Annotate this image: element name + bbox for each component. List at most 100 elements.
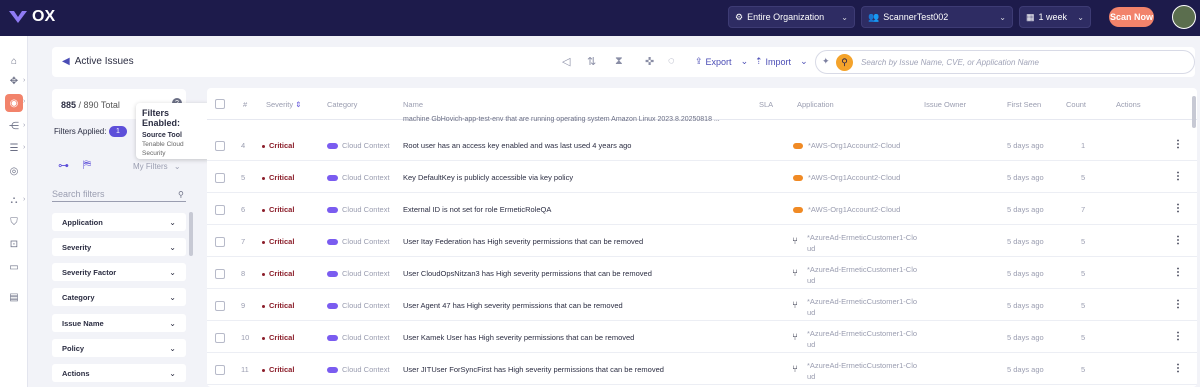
application-cell[interactable]: *AzureAd-ErmeticCustomer1-Clo ud — [807, 264, 917, 286]
table-row[interactable]: 11 Critical Cloud Context User JITUser ForS… — [207, 354, 1197, 385]
issue-name[interactable]: User CloudOpsNitzan3 has High severity p… — [403, 269, 652, 278]
comment-icon[interactable]: ◌ — [668, 55, 675, 67]
more-actions-icon[interactable]: ⋮ — [1173, 363, 1183, 374]
issue-search-box[interactable]: ✦ ⚲ Search by Issue Name, CVE, or Applic… — [815, 50, 1195, 74]
facet-application[interactable]: Application ⌄ — [52, 213, 186, 231]
table-scrollbar[interactable] — [1192, 96, 1196, 128]
target-icon[interactable]: ◎ — [6, 163, 22, 179]
connectors-icon[interactable]: ✥ — [6, 73, 22, 89]
table-row[interactable]: 4 Critical Cloud Context Root user has an a… — [207, 130, 1197, 161]
user-avatar[interactable] — [1172, 5, 1196, 29]
filters-applied-count[interactable]: 1 — [109, 126, 127, 137]
more-actions-icon[interactable]: ⋮ — [1173, 171, 1183, 182]
my-filters-dropdown[interactable]: My Filters ⌄ — [133, 162, 181, 171]
more-actions-icon[interactable]: ⋮ — [1173, 235, 1183, 246]
issue-name[interactable]: External ID is not set for role ErmeticR… — [403, 205, 551, 214]
facet-policy[interactable]: Policy ⌄ — [52, 339, 186, 357]
announce-icon[interactable]: ◁ — [562, 55, 570, 68]
shield-icon[interactable]: ⛉ — [6, 214, 22, 230]
sparkle-icon[interactable]: ✦ — [822, 56, 830, 67]
more-actions-icon[interactable]: ⋮ — [1173, 203, 1183, 214]
application-cell[interactable]: *AWS-Org1Account2-Cloud — [793, 173, 900, 182]
column-severity[interactable]: Severity ⇕ — [266, 100, 301, 109]
application-cell[interactable]: *AzureAd-ErmeticCustomer1-Clo ud — [807, 328, 917, 350]
organization-icon: ⚙ — [735, 11, 744, 22]
application-cell[interactable]: *AWS-Org1Account2-Cloud — [793, 205, 900, 214]
application-cell[interactable]: *AWS-Org1Account2-Cloud — [793, 141, 900, 150]
column-first-seen[interactable]: First Seen — [1007, 100, 1041, 109]
table-row[interactable]: 9 Critical Cloud Context User Agent 47 has … — [207, 290, 1197, 321]
category-cell: Cloud Context — [327, 141, 390, 150]
select-all-checkbox[interactable] — [215, 99, 225, 109]
facet-category[interactable]: Category ⌄ — [52, 288, 186, 306]
application-cell[interactable]: *AzureAd-ErmeticCustomer1-Clo ud — [807, 360, 917, 382]
jira-icon[interactable]: ✜ — [645, 55, 654, 68]
time-range-selector[interactable]: ▦ 1 week ⌄ — [1019, 6, 1091, 28]
import-button[interactable]: ⇡ Import ⌄ — [755, 56, 808, 67]
column-category[interactable]: Category — [327, 100, 357, 109]
sort-icon[interactable]: ⇕ — [295, 100, 301, 109]
facet-actions[interactable]: Actions ⌄ — [52, 364, 186, 382]
facet-issue-name[interactable]: Issue Name ⌄ — [52, 314, 186, 332]
sync-icon[interactable]: ⇅ — [587, 55, 596, 68]
more-actions-icon[interactable]: ⋮ — [1173, 267, 1183, 278]
application-cell[interactable]: *AzureAd-ErmeticCustomer1-Clo ud — [807, 296, 917, 318]
issue-name[interactable]: Root user has an access key enabled and … — [403, 141, 631, 150]
workflow-icon[interactable]: ⛬ — [6, 192, 22, 208]
issue-name[interactable]: User JITUser ForSyncFirst has High sever… — [403, 365, 664, 374]
issue-name[interactable]: User Kamek User has High severity permis… — [403, 333, 634, 342]
table-row[interactable]: 7 Critical Cloud Context User Itay Federati… — [207, 226, 1197, 257]
column-name[interactable]: Name — [403, 100, 423, 109]
organization-selector[interactable]: ⚙ Entire Organization ⌄ — [728, 6, 855, 28]
more-actions-icon[interactable]: ⋮ — [1173, 331, 1183, 342]
lock-icon[interactable]: ⊡ — [6, 236, 22, 252]
application-cell[interactable]: *AzureAd-ErmeticCustomer1-Clo ud — [807, 232, 917, 254]
hourglass-icon[interactable]: ⧗ — [615, 55, 623, 68]
row-checkbox[interactable] — [215, 333, 225, 343]
filter-panel-scrollbar[interactable] — [189, 212, 193, 256]
search-icon[interactable]: ⚲ — [836, 54, 853, 71]
issue-name[interactable]: Key DefaultKey is publicly accessible vi… — [403, 173, 573, 182]
category-cell: Cloud Context — [327, 173, 390, 182]
bookmark-icon[interactable]: ⛿ — [83, 159, 91, 172]
pipeline-icon[interactable]: ⋲ — [6, 118, 22, 134]
user-selector[interactable]: 👥 ScannerTest002 ⌄ — [861, 6, 1013, 28]
search-input[interactable]: Search by Issue Name, CVE, or Applicatio… — [861, 58, 1039, 67]
inbox-icon[interactable]: ▭ — [6, 259, 22, 275]
more-actions-icon[interactable]: ⋮ — [1173, 299, 1183, 310]
facet-severity-factor[interactable]: Severity Factor ⌄ — [52, 263, 186, 281]
more-actions-icon[interactable]: ⋮ — [1173, 139, 1183, 150]
export-button[interactable]: ⇪ Export ⌄ — [695, 56, 748, 67]
row-checkbox[interactable] — [215, 173, 225, 183]
row-checkbox[interactable] — [215, 365, 225, 375]
table-row[interactable]: 5 Critical Cloud Context Key DefaultKey is … — [207, 162, 1197, 193]
issue-name[interactable]: User Agent 47 has High severity permissi… — [403, 301, 623, 310]
row-checkbox[interactable] — [215, 301, 225, 311]
issues-icon[interactable]: ◉ — [5, 94, 23, 112]
issue-name[interactable]: User Itay Federation has High severity p… — [403, 237, 643, 246]
filter-tree-icon[interactable]: ⊶ — [58, 159, 69, 172]
column-application[interactable]: Application — [797, 100, 834, 109]
category-cell: Cloud Context — [327, 237, 390, 246]
table-row[interactable]: 6 Critical Cloud Context External ID is not… — [207, 194, 1197, 225]
row-number: 4 — [241, 141, 246, 150]
table-row[interactable]: 8 Critical Cloud Context User CloudOpsNitza… — [207, 258, 1197, 289]
home-icon[interactable]: ⌂ — [6, 53, 22, 69]
document-icon[interactable]: ▤ — [6, 289, 22, 305]
chevron-right-icon: › — [23, 196, 26, 203]
row-checkbox[interactable] — [215, 141, 225, 151]
severity-cell: Critical — [262, 141, 294, 150]
ox-logo[interactable]: OX — [8, 8, 55, 26]
row-checkbox[interactable] — [215, 205, 225, 215]
facet-severity[interactable]: Severity ⌄ — [52, 238, 186, 256]
scan-now-button[interactable]: Scan Now — [1109, 7, 1154, 27]
row-checkbox[interactable] — [215, 237, 225, 247]
search-filters-input[interactable]: Search filters — [52, 186, 186, 202]
column-count[interactable]: Count — [1066, 100, 1086, 109]
issue-total: 885 / 890 Total — [61, 100, 120, 110]
table-row[interactable]: 10 Critical Cloud Context User Kamek User h… — [207, 322, 1197, 353]
row-checkbox[interactable] — [215, 269, 225, 279]
list-icon[interactable]: ☰ — [6, 140, 22, 156]
column-issue-owner[interactable]: Issue Owner — [924, 100, 966, 109]
column-sla[interactable]: SLA — [759, 100, 773, 109]
